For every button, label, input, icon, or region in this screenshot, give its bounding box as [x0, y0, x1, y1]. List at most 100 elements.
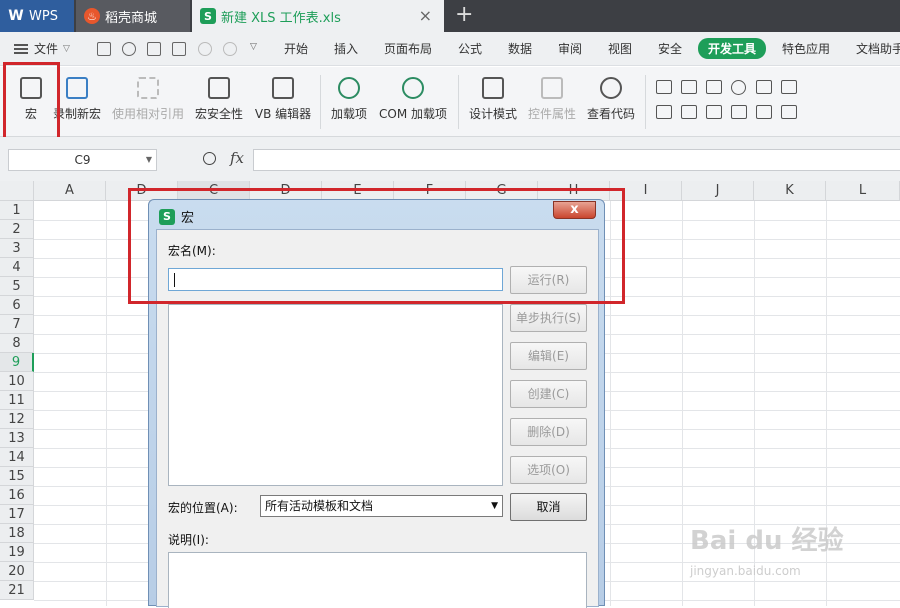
- control-properties-icon: [541, 77, 563, 99]
- row-header[interactable]: 18: [0, 524, 34, 543]
- name-box-dropdown-icon[interactable]: ▼: [146, 150, 152, 170]
- macro-location-select[interactable]: 所有活动模板和文档 ▼: [260, 495, 503, 517]
- addins-button[interactable]: 加载项: [330, 77, 368, 122]
- select-all-corner[interactable]: [0, 181, 34, 201]
- edit-button[interactable]: 编辑(E): [510, 342, 587, 370]
- textbox-control-icon[interactable]: [681, 80, 697, 94]
- row-header[interactable]: 11: [0, 391, 34, 410]
- menu-insert[interactable]: 插入: [334, 40, 358, 57]
- baidu-watermark: Bai du 经验: [690, 526, 844, 556]
- listbox-control-icon[interactable]: [756, 80, 772, 94]
- zoom-icon[interactable]: [203, 152, 216, 165]
- image-control-icon[interactable]: [756, 105, 772, 119]
- menu-developer-tools[interactable]: 开发工具: [698, 38, 767, 59]
- control-properties-button[interactable]: 控件属性: [527, 77, 577, 122]
- view-code-button[interactable]: 查看代码: [586, 77, 636, 122]
- column-header[interactable]: A: [34, 181, 106, 201]
- create-button[interactable]: 创建(C): [510, 380, 587, 408]
- fx-icon[interactable]: fx: [230, 149, 244, 167]
- com-addin-icon: [402, 77, 424, 99]
- macro-list[interactable]: [168, 304, 503, 486]
- tab-daoke-store[interactable]: ♨ 稻壳商城: [76, 0, 190, 32]
- toggle-button-control-icon[interactable]: [656, 105, 672, 119]
- row-header[interactable]: 8: [0, 334, 34, 353]
- save-icon[interactable]: [97, 42, 111, 56]
- row-header[interactable]: 19: [0, 543, 34, 562]
- column-header[interactable]: J: [682, 181, 754, 201]
- scrollbar-control-icon[interactable]: [706, 105, 722, 119]
- name-box[interactable]: C9 ▼: [8, 149, 157, 171]
- checkbox-control-icon[interactable]: [656, 80, 672, 94]
- daoke-logo-icon: ♨: [84, 8, 100, 24]
- menu-special-apps[interactable]: 特色应用: [782, 40, 830, 57]
- combobox-control-icon[interactable]: [781, 80, 797, 94]
- print-preview-icon[interactable]: [172, 42, 186, 56]
- print-icon[interactable]: [147, 42, 161, 56]
- menu-data[interactable]: 数据: [508, 40, 532, 57]
- options-button[interactable]: 选项(O): [510, 456, 587, 484]
- row-header[interactable]: 17: [0, 505, 34, 524]
- close-tab-icon[interactable]: ×: [419, 6, 432, 25]
- row-header[interactable]: 16: [0, 486, 34, 505]
- vb-editor-icon: [272, 77, 294, 99]
- file-menu-label: 文件: [34, 42, 59, 56]
- step-into-button[interactable]: 单步执行(S): [510, 304, 587, 332]
- description-label: 说明(I):: [168, 533, 209, 547]
- row-header-selected[interactable]: 9: [0, 353, 34, 372]
- tab-document[interactable]: S 新建 XLS 工作表.xls ×: [192, 0, 444, 32]
- delete-button[interactable]: 删除(D): [510, 418, 587, 446]
- menu-view[interactable]: 视图: [608, 40, 632, 57]
- menu-review[interactable]: 审阅: [558, 40, 582, 57]
- row-header[interactable]: 12: [0, 410, 34, 429]
- spreadsheet-logo-icon: S: [200, 8, 216, 24]
- menu-security[interactable]: 安全: [658, 40, 682, 57]
- design-mode-button[interactable]: 设计模式: [468, 77, 518, 122]
- macro-button-highlight: [3, 62, 60, 146]
- cancel-button[interactable]: 取消: [510, 493, 587, 521]
- menu-page-layout[interactable]: 页面布局: [384, 40, 432, 57]
- developer-ribbon: 宏 录制新宏 使用相对引用 宏安全性 VB 编辑器 加载项 COM 加载项 设计…: [0, 67, 900, 137]
- row-header[interactable]: 2: [0, 220, 34, 239]
- name-box-value: C9: [74, 153, 91, 167]
- design-mode-label: 设计模式: [468, 107, 517, 121]
- spin-button-control-icon[interactable]: [681, 105, 697, 119]
- column-header[interactable]: K: [754, 181, 826, 201]
- label-control-icon[interactable]: [731, 105, 747, 119]
- menu-document-assistant[interactable]: 文档助手: [856, 40, 900, 57]
- menu-formulas[interactable]: 公式: [458, 40, 482, 57]
- macro-security-button[interactable]: 宏安全性: [194, 77, 244, 122]
- formula-input[interactable]: [253, 149, 900, 171]
- customize-toolbar-icon[interactable]: ▽: [250, 42, 257, 52]
- button-control-icon[interactable]: [706, 80, 722, 94]
- row-header[interactable]: 1: [0, 201, 34, 220]
- menu-start[interactable]: 开始: [284, 40, 308, 57]
- record-macro-icon: [66, 77, 88, 99]
- format-painter-icon[interactable]: [122, 42, 136, 56]
- new-tab-icon[interactable]: +: [455, 2, 473, 27]
- row-header[interactable]: 6: [0, 296, 34, 315]
- row-header[interactable]: 5: [0, 277, 34, 296]
- com-addins-button[interactable]: COM 加载项: [377, 77, 449, 122]
- column-header[interactable]: L: [826, 181, 900, 201]
- row-header[interactable]: 13: [0, 429, 34, 448]
- row-header[interactable]: 21: [0, 581, 34, 600]
- file-menu[interactable]: 文件 ▽: [14, 40, 70, 57]
- undo-icon[interactable]: [198, 42, 212, 56]
- option-button-control-icon[interactable]: [731, 80, 746, 95]
- row-header[interactable]: 4: [0, 258, 34, 277]
- row-header[interactable]: 3: [0, 239, 34, 258]
- tab-wps[interactable]: W WPS: [0, 0, 74, 32]
- row-header[interactable]: 15: [0, 467, 34, 486]
- row-header[interactable]: 10: [0, 372, 34, 391]
- row-header[interactable]: 7: [0, 315, 34, 334]
- relative-ref-icon: [137, 77, 159, 99]
- description-box: [168, 552, 587, 608]
- gridline: [106, 201, 107, 606]
- vb-editor-button[interactable]: VB 编辑器: [253, 77, 313, 122]
- relative-reference-button[interactable]: 使用相对引用: [110, 77, 186, 122]
- row-header[interactable]: 20: [0, 562, 34, 581]
- com-addins-label: COM 加载项: [379, 107, 447, 121]
- row-header[interactable]: 14: [0, 448, 34, 467]
- other-controls-icon[interactable]: [781, 105, 797, 119]
- redo-icon[interactable]: [223, 42, 237, 56]
